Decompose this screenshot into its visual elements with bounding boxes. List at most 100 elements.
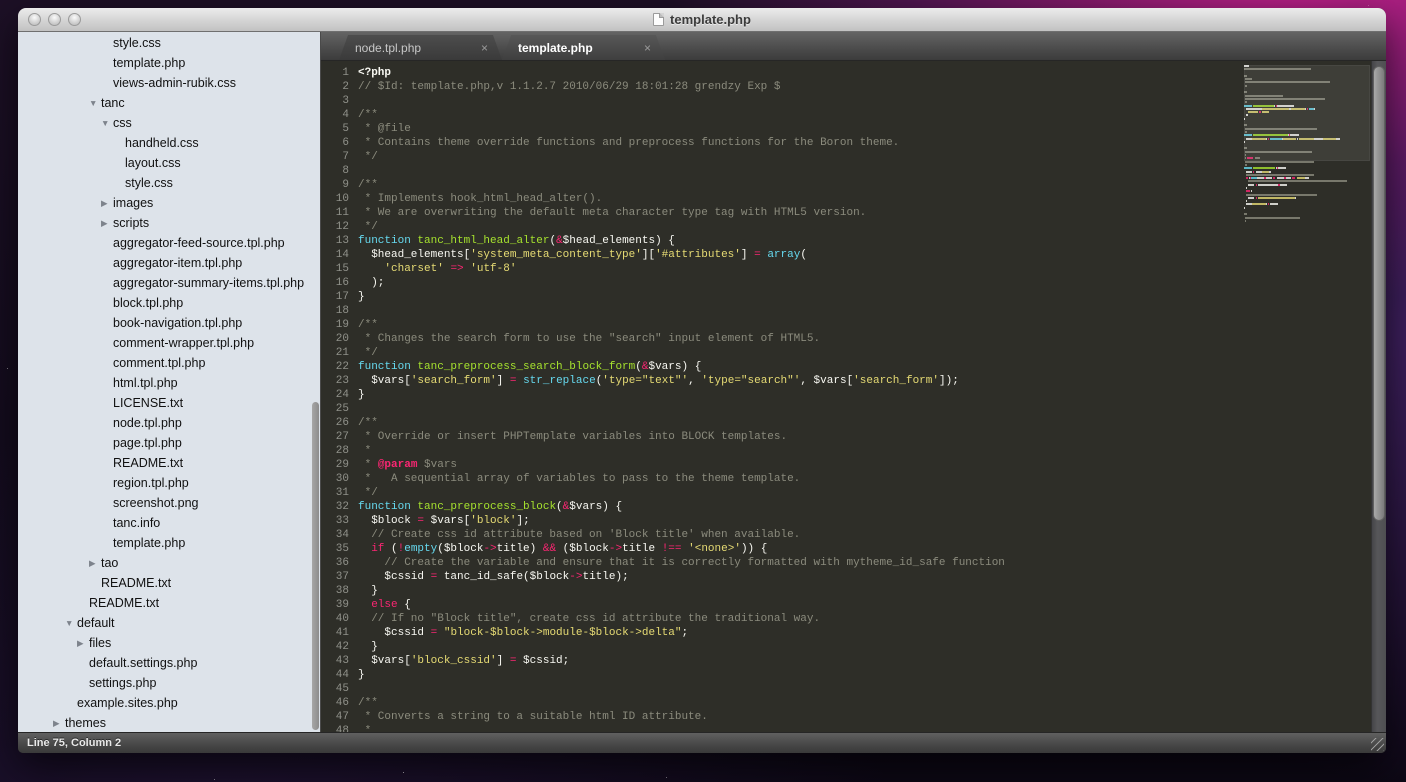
tree-item-files[interactable]: ▶files	[18, 633, 320, 653]
tree-item-handheld.css[interactable]: handheld.css	[18, 133, 320, 153]
tree-item-aggregator-feed-source.tpl.php[interactable]: aggregator-feed-source.tpl.php	[18, 233, 320, 253]
tree-item-comment-wrapper.tpl.php[interactable]: comment-wrapper.tpl.php	[18, 333, 320, 353]
code-line[interactable]: 13function tanc_html_head_alter(&$head_e…	[321, 234, 1386, 248]
code-line[interactable]: 21 */	[321, 346, 1386, 360]
code-line[interactable]: 14 $head_elements['system_meta_content_t…	[321, 248, 1386, 262]
tab-template.php[interactable]: template.php×	[502, 35, 665, 60]
code-line[interactable]: 44}	[321, 668, 1386, 682]
code-line[interactable]: 48 *	[321, 724, 1386, 732]
triangle-expanded-icon[interactable]: ▼	[65, 618, 77, 628]
code-line[interactable]: 7 */	[321, 150, 1386, 164]
triangle-expanded-icon[interactable]: ▼	[89, 98, 101, 108]
code-line[interactable]: 2// $Id: template.php,v 1.1.2.7 2010/06/…	[321, 80, 1386, 94]
tree-item-node.tpl.php[interactable]: node.tpl.php	[18, 413, 320, 433]
tree-item-comment.tpl.php[interactable]: comment.tpl.php	[18, 353, 320, 373]
tree-item-tanc.info[interactable]: tanc.info	[18, 513, 320, 533]
triangle-collapsed-icon[interactable]: ▶	[101, 218, 113, 229]
code-line[interactable]: 45	[321, 682, 1386, 696]
tree-item-readme.txt[interactable]: README.txt	[18, 453, 320, 473]
tree-item-template.php[interactable]: template.php	[18, 533, 320, 553]
editor-scrollbar-thumb[interactable]	[1373, 66, 1385, 521]
code-line[interactable]: 41 $cssid = "block-$block->module-$block…	[321, 626, 1386, 640]
code-line[interactable]: 10 * Implements hook_html_head_alter().	[321, 192, 1386, 206]
code-line[interactable]: 30 * A sequential array of variables to …	[321, 472, 1386, 486]
code-line[interactable]: 46/**	[321, 696, 1386, 710]
code-line[interactable]: 33 $block = $vars['block'];	[321, 514, 1386, 528]
tree-item-style.css[interactable]: style.css	[18, 33, 320, 53]
tree-item-book-navigation.tpl.php[interactable]: book-navigation.tpl.php	[18, 313, 320, 333]
tree-item-scripts[interactable]: ▶scripts	[18, 213, 320, 233]
tab-close-icon[interactable]: ×	[477, 41, 492, 55]
sidebar-scrollbar-thumb[interactable]	[312, 402, 319, 730]
code-line[interactable]: 5 * @file	[321, 122, 1386, 136]
code-line[interactable]: 47 * Converts a string to a suitable htm…	[321, 710, 1386, 724]
code-line[interactable]: 15 'charset' => 'utf-8'	[321, 262, 1386, 276]
code-line[interactable]: 20 * Changes the search form to use the …	[321, 332, 1386, 346]
tree-item-css[interactable]: ▼css	[18, 113, 320, 133]
tree-item-block.tpl.php[interactable]: block.tpl.php	[18, 293, 320, 313]
code-line[interactable]: 34 // Create css id attribute based on '…	[321, 528, 1386, 542]
code-line[interactable]: 31 */	[321, 486, 1386, 500]
code-line[interactable]: 6 * Contains theme override functions an…	[321, 136, 1386, 150]
code-line[interactable]: 19/**	[321, 318, 1386, 332]
tree-item-example.sites.php[interactable]: example.sites.php	[18, 693, 320, 713]
code-line[interactable]: 28 *	[321, 444, 1386, 458]
triangle-expanded-icon[interactable]: ▼	[101, 118, 113, 128]
code-line[interactable]: 18	[321, 304, 1386, 318]
code-line[interactable]: 1<?php	[321, 66, 1386, 80]
tree-item-license.txt[interactable]: LICENSE.txt	[18, 393, 320, 413]
code-line[interactable]: 32function tanc_preprocess_block(&$vars)…	[321, 500, 1386, 514]
code-line[interactable]: 40 // If no "Block title", create css id…	[321, 612, 1386, 626]
tree-item-region.tpl.php[interactable]: region.tpl.php	[18, 473, 320, 493]
tree-item-themes[interactable]: ▶themes	[18, 713, 320, 732]
code-line[interactable]: 26/**	[321, 416, 1386, 430]
code-line[interactable]: 11 * We are overwriting the default meta…	[321, 206, 1386, 220]
tree-item-images[interactable]: ▶images	[18, 193, 320, 213]
code-line[interactable]: 43 $vars['block_cssid'] = $cssid;	[321, 654, 1386, 668]
code-line[interactable]: 8	[321, 164, 1386, 178]
tree-item-page.tpl.php[interactable]: page.tpl.php	[18, 433, 320, 453]
tree-item-views-admin-rubik.css[interactable]: views-admin-rubik.css	[18, 73, 320, 93]
window-titlebar[interactable]: template.php	[18, 8, 1386, 32]
code-line[interactable]: 9/**	[321, 178, 1386, 192]
resize-grip[interactable]	[1371, 738, 1384, 751]
tree-item-style.css[interactable]: style.css	[18, 173, 320, 193]
tree-item-default[interactable]: ▼default	[18, 613, 320, 633]
code-line[interactable]: 42 }	[321, 640, 1386, 654]
triangle-collapsed-icon[interactable]: ▶	[89, 558, 101, 569]
tree-item-readme.txt[interactable]: README.txt	[18, 593, 320, 613]
code-line[interactable]: 3	[321, 94, 1386, 108]
code-line[interactable]: 24}	[321, 388, 1386, 402]
editor-scrollbar-track[interactable]	[1371, 61, 1386, 732]
code-area[interactable]: 1<?php2// $Id: template.php,v 1.1.2.7 20…	[321, 61, 1386, 732]
minimap-viewport-indicator[interactable]	[1244, 65, 1370, 161]
triangle-collapsed-icon[interactable]: ▶	[53, 718, 65, 729]
tree-item-tao[interactable]: ▶tao	[18, 553, 320, 573]
code-line[interactable]: 12 */	[321, 220, 1386, 234]
tree-item-screenshot.png[interactable]: screenshot.png	[18, 493, 320, 513]
tree-item-template.php[interactable]: template.php	[18, 53, 320, 73]
triangle-collapsed-icon[interactable]: ▶	[77, 638, 89, 649]
code-line[interactable]: 37 $cssid = tanc_id_safe($block->title);	[321, 570, 1386, 584]
code-line[interactable]: 27 * Override or insert PHPTemplate vari…	[321, 430, 1386, 444]
code-line[interactable]: 35 if (!empty($block->title) && ($block-…	[321, 542, 1386, 556]
tree-item-readme.txt[interactable]: README.txt	[18, 573, 320, 593]
tree-item-html.tpl.php[interactable]: html.tpl.php	[18, 373, 320, 393]
tree-item-tanc[interactable]: ▼tanc	[18, 93, 320, 113]
tree-item-layout.css[interactable]: layout.css	[18, 153, 320, 173]
code-line[interactable]: 38 }	[321, 584, 1386, 598]
tree-item-aggregator-summary-items.tpl.php[interactable]: aggregator-summary-items.tpl.php	[18, 273, 320, 293]
code-line[interactable]: 39 else {	[321, 598, 1386, 612]
code-line[interactable]: 25	[321, 402, 1386, 416]
code-line[interactable]: 22function tanc_preprocess_search_block_…	[321, 360, 1386, 374]
tree-item-default.settings.php[interactable]: default.settings.php	[18, 653, 320, 673]
tree-item-settings.php[interactable]: settings.php	[18, 673, 320, 693]
code-line[interactable]: 29 * @param $vars	[321, 458, 1386, 472]
triangle-collapsed-icon[interactable]: ▶	[101, 198, 113, 209]
tab-close-icon[interactable]: ×	[640, 41, 655, 55]
tab-node.tpl.php[interactable]: node.tpl.php×	[339, 35, 502, 60]
tree-item-aggregator-item.tpl.php[interactable]: aggregator-item.tpl.php	[18, 253, 320, 273]
code-line[interactable]: 16 );	[321, 276, 1386, 290]
code-line[interactable]: 23 $vars['search_form'] = str_replace('t…	[321, 374, 1386, 388]
code-line[interactable]: 36 // Create the variable and ensure tha…	[321, 556, 1386, 570]
